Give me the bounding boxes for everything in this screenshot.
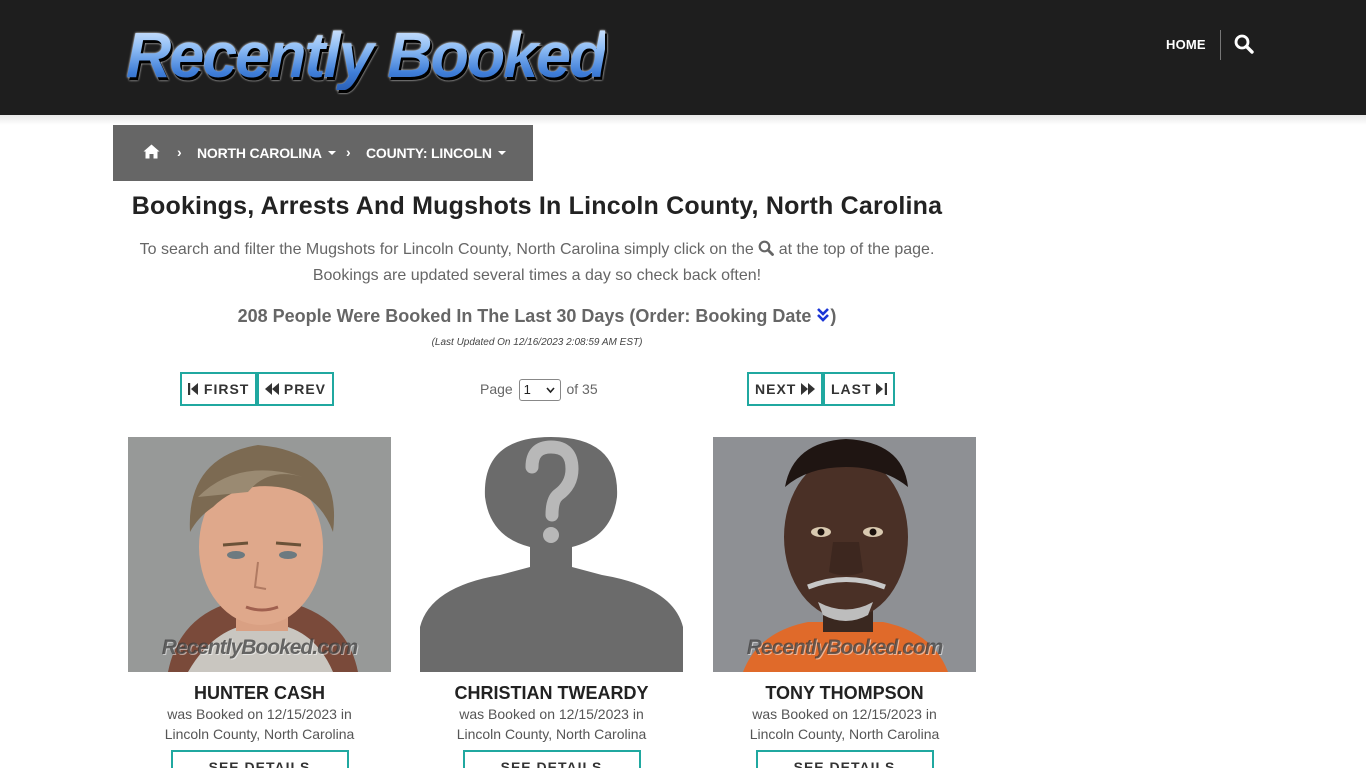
search-icon: [758, 239, 775, 256]
page-indicator: Page 1 of 35: [480, 377, 598, 402]
last-updated: (Last Updated On 12/16/2023 2:08:59 AM E…: [431, 337, 643, 348]
inmate-name[interactable]: TONY THOMPSON: [713, 682, 976, 704]
booking-card: RecentlyBooked.com TONY THOMPSON was Boo…: [713, 437, 976, 768]
nav-divider: [1220, 30, 1221, 60]
booking-count-text: 208 People Were Booked In The Last 30 Da…: [237, 306, 812, 326]
breadcrumb-separator: ›: [177, 144, 182, 160]
skip-back-icon: [188, 383, 198, 395]
double-chevron-down-icon[interactable]: [816, 305, 830, 322]
intro-text: To search and filter the Mugshots for Li…: [113, 237, 961, 289]
breadcrumb: › NORTH CAROLINA › COUNTY: LINCOLN: [113, 125, 533, 181]
page-total: of 35: [566, 381, 598, 397]
inmate-name[interactable]: CHRISTIAN TWEARDY: [420, 682, 683, 704]
inmate-name[interactable]: HUNTER CASH: [128, 682, 391, 704]
booking-location: Lincoln County, North Carolina: [164, 726, 355, 742]
breadcrumb-state-label: NORTH CAROLINA: [197, 145, 322, 161]
first-page-button[interactable]: FIRST: [180, 372, 258, 406]
chevron-down-icon: [545, 387, 555, 394]
intro-text-line2: Bookings are updated several times a day…: [312, 267, 762, 284]
home-icon[interactable]: [143, 144, 160, 160]
logo-text: Recently Booked: [126, 19, 607, 91]
header-shadow: [0, 115, 1366, 125]
breadcrumb-county-label: COUNTY: LINCOLN: [366, 145, 492, 161]
booking-card: RecentlyBooked.com HUNTER CASH was Booke…: [128, 437, 391, 768]
skip-forward-icon: [876, 383, 888, 395]
rewind-icon: [265, 383, 279, 395]
first-page-label: FIRST: [203, 381, 250, 397]
site-logo[interactable]: Recently Booked: [126, 18, 616, 94]
booking-location: Lincoln County, North Carolina: [749, 726, 940, 742]
page-select[interactable]: 1: [518, 379, 561, 402]
nav-home-link[interactable]: HOME: [1166, 36, 1206, 54]
page-title: Bookings, Arrests And Mugshots In Lincol…: [131, 192, 943, 220]
next-page-label: NEXT: [755, 381, 797, 397]
see-details-button[interactable]: SEE DETAILS: [462, 750, 641, 768]
mugshot-photo[interactable]: RecentlyBooked.com: [713, 437, 976, 672]
see-details-button[interactable]: SEE DETAILS: [755, 750, 934, 768]
booking-date: was Booked on 12/15/2023 in: [459, 706, 644, 722]
breadcrumb-separator: ›: [346, 144, 351, 160]
breadcrumb-county[interactable]: COUNTY: LINCOLN: [366, 144, 506, 162]
placeholder-silhouette[interactable]: [420, 437, 683, 672]
last-page-button[interactable]: LAST: [823, 372, 896, 406]
booking-count: 208 People Were Booked In The Last 30 Da…: [113, 304, 961, 328]
chevron-down-icon: [497, 151, 506, 156]
search-icon[interactable]: [1234, 34, 1256, 56]
see-details-button[interactable]: SEE DETAILS: [170, 750, 349, 768]
prev-page-label: PREV: [283, 381, 327, 397]
booking-location: Lincoln County, North Carolina: [456, 726, 647, 742]
watermark: RecentlyBooked.com: [746, 636, 944, 659]
next-page-button[interactable]: NEXT: [747, 372, 824, 406]
breadcrumb-state[interactable]: NORTH CAROLINA: [197, 144, 336, 162]
intro-text-before: To search and filter the Mugshots for Li…: [139, 241, 754, 258]
booking-date: was Booked on 12/15/2023 in: [752, 706, 937, 722]
page-label: Page: [480, 381, 513, 397]
watermark: RecentlyBooked.com: [161, 636, 359, 659]
fast-forward-icon: [801, 383, 816, 395]
booking-count-close: ): [830, 306, 837, 326]
booking-card: CHRISTIAN TWEARDY was Booked on 12/15/20…: [420, 437, 683, 768]
last-page-label: LAST: [831, 381, 872, 397]
booking-date: was Booked on 12/15/2023 in: [167, 706, 352, 722]
prev-page-button[interactable]: PREV: [257, 372, 335, 406]
mugshot-photo[interactable]: RecentlyBooked.com: [128, 437, 391, 672]
chevron-down-icon: [327, 151, 336, 156]
intro-text-after: at the top of the page.: [778, 241, 935, 258]
site-header: Recently Booked HOME: [0, 0, 1366, 115]
page-select-value: 1: [523, 382, 531, 398]
